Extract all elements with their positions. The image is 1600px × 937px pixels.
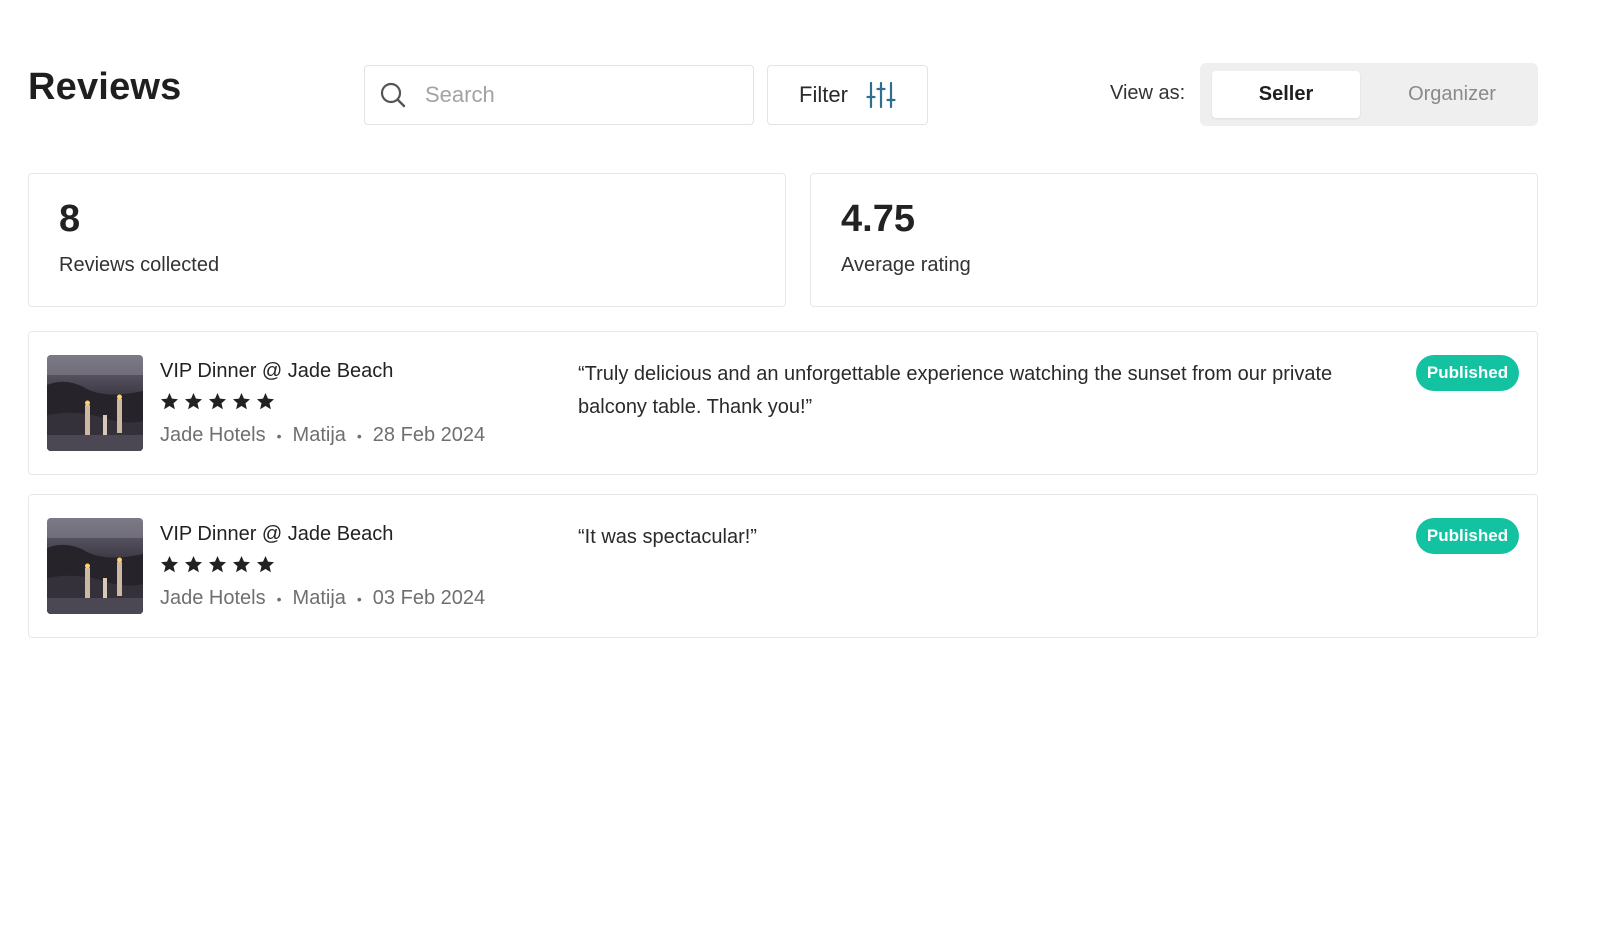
- page-header: Reviews Filter: [0, 0, 1600, 150]
- stat-label: Average rating: [841, 254, 971, 276]
- search-icon: [379, 81, 407, 109]
- star-icon: [184, 392, 203, 411]
- status-badge[interactable]: Published: [1416, 518, 1519, 554]
- star-rating: [160, 555, 275, 574]
- review-meta: Jade Hotels • Matija • 03 Feb 2024: [160, 587, 485, 610]
- review-author: Matija: [292, 424, 346, 446]
- search-input[interactable]: [425, 82, 725, 108]
- star-icon: [160, 555, 179, 574]
- review-provider: Jade Hotels: [160, 587, 266, 609]
- star-icon: [256, 392, 275, 411]
- review-quote: “Truly delicious and an unforgettable ex…: [578, 363, 1333, 418]
- stat-card-reviews-collected: 8 Reviews collected: [28, 173, 786, 307]
- star-icon: [232, 392, 251, 411]
- stat-value: 4.75: [841, 198, 915, 240]
- stat-card-average-rating: 4.75 Average rating: [810, 173, 1538, 307]
- review-quote: “It was spectacular!”: [578, 526, 757, 548]
- view-as-toggle: Seller Organizer: [1200, 63, 1538, 126]
- stat-label: Reviews collected: [59, 254, 220, 276]
- page-title: Reviews: [28, 66, 182, 108]
- review-title: VIP Dinner @ Jade Beach: [160, 523, 394, 545]
- star-icon: [256, 555, 275, 574]
- star-icon: [232, 555, 251, 574]
- star-icon: [184, 555, 203, 574]
- review-thumbnail-image: [47, 355, 143, 451]
- separator-dot: •: [356, 590, 362, 607]
- status-badge[interactable]: Published: [1416, 355, 1519, 391]
- star-icon: [208, 392, 227, 411]
- sliders-icon: [866, 80, 896, 110]
- review-date: 28 Feb 2024: [372, 424, 486, 446]
- view-as-seller-option[interactable]: Seller: [1212, 71, 1360, 118]
- review-card[interactable]: VIP Dinner @ Jade Beach Jade Hotels • Ma…: [28, 494, 1538, 638]
- stat-value: 8: [59, 198, 81, 240]
- view-as-label: View as:: [1110, 82, 1186, 104]
- star-icon: [208, 555, 227, 574]
- review-author: Matija: [292, 587, 346, 609]
- review-title: VIP Dinner @ Jade Beach: [160, 360, 394, 382]
- filter-button[interactable]: Filter: [767, 65, 928, 125]
- review-card[interactable]: VIP Dinner @ Jade Beach Jade Hotels • Ma…: [28, 331, 1538, 475]
- review-date: 03 Feb 2024: [372, 587, 486, 609]
- review-meta: Jade Hotels • Matija • 28 Feb 2024: [160, 424, 485, 447]
- separator-dot: •: [356, 427, 362, 444]
- separator-dot: •: [276, 590, 282, 607]
- separator-dot: •: [276, 427, 282, 444]
- star-rating: [160, 392, 275, 411]
- review-thumbnail-image: [47, 518, 143, 614]
- search-box[interactable]: [364, 65, 754, 125]
- view-as-organizer-option[interactable]: Organizer: [1378, 71, 1526, 118]
- reviews-page: Reviews Filter: [0, 0, 1600, 937]
- review-provider: Jade Hotels: [160, 424, 266, 446]
- filter-button-label: Filter: [799, 82, 848, 107]
- star-icon: [160, 392, 179, 411]
